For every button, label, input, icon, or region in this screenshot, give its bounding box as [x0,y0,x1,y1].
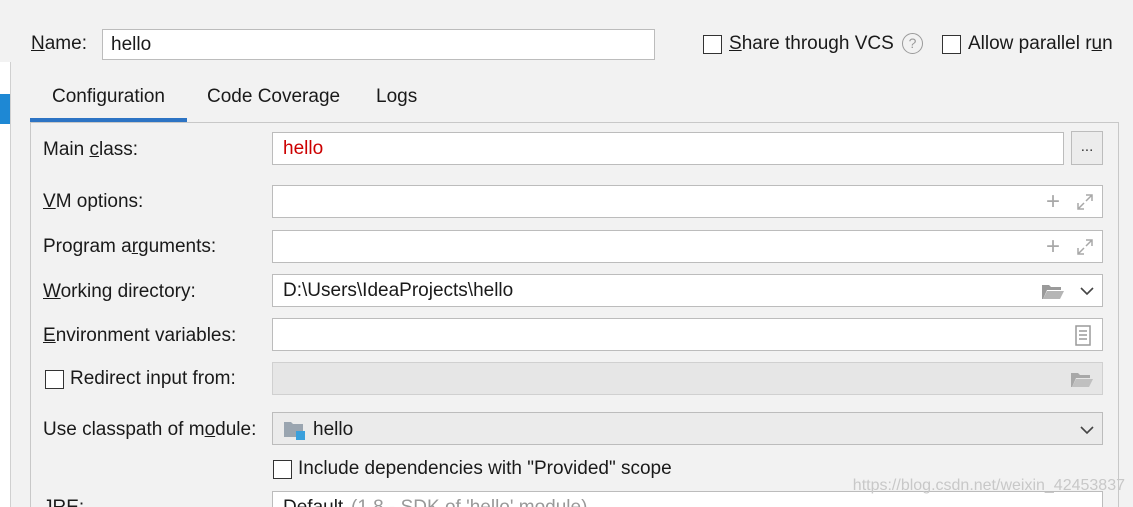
chevron-down-icon[interactable] [1079,424,1095,436]
main-class-label: Main class: [43,139,139,160]
jre-hint: (1.8 - SDK of 'hello' module) [351,497,587,507]
include-dependencies-checkbox[interactable] [273,460,292,479]
main-class-value: hello [283,138,324,159]
sidebar [0,62,11,507]
main-class-input[interactable]: hello [272,132,1064,165]
program-arguments-input[interactable]: + [272,230,1103,263]
add-icon[interactable]: + [1046,235,1060,259]
tab-configuration[interactable]: Configuration [30,86,187,122]
share-vcs-label[interactable]: Share through VCS [729,33,894,55]
include-dependencies-label[interactable]: Include dependencies with "Provided" sco… [298,458,672,480]
name-label: Name: [31,33,87,55]
vm-options-label: VM options: [43,191,144,212]
module-folder-icon [284,422,305,440]
redirect-input-checkbox[interactable] [45,370,64,389]
allow-parallel-label[interactable]: Allow parallel run [968,33,1113,55]
sidebar-selected-item[interactable] [0,94,10,124]
allow-parallel-checkbox[interactable] [942,35,961,54]
program-arguments-label: Program arguments: [43,236,217,257]
name-label-mnemonic: N [31,33,45,54]
name-input-value: hello [111,34,152,55]
tab-logs[interactable]: Logs [376,86,417,108]
name-label-rest: ame: [44,33,87,54]
folder-icon [1071,373,1093,387]
tab-code-coverage[interactable]: Code Coverage [207,86,340,108]
environment-variables-input[interactable] [272,318,1103,351]
folder-icon[interactable] [1041,282,1065,301]
jre-value: Default [283,497,343,507]
help-icon[interactable]: ? [902,33,923,54]
redirect-input-label[interactable]: Redirect input from: [70,368,236,390]
name-input[interactable]: hello [102,29,655,60]
expand-icon[interactable] [1076,238,1094,256]
working-directory-value: D:\Users\IdeaProjects\hello [283,280,514,301]
vm-options-input[interactable]: + [272,185,1103,218]
classpath-module-value: hello [313,419,354,440]
environment-variables-label: Environment variables: [43,325,237,346]
redirect-input-field [272,362,1103,395]
working-directory-label: Working directory: [43,281,196,302]
chevron-down-icon[interactable] [1079,285,1095,297]
share-vcs-checkbox[interactable] [703,35,722,54]
watermark: https://blog.csdn.net/weixin_42453837 [852,477,1125,494]
jre-label: JRE: [43,497,84,507]
working-directory-input[interactable]: D:\Users\IdeaProjects\hello [272,274,1103,307]
classpath-module-label: Use classpath of module: [43,419,257,440]
configuration-panel [30,122,1119,507]
expand-icon[interactable] [1076,193,1094,211]
document-icon[interactable] [1074,325,1092,346]
browse-main-class-button[interactable]: ... [1071,131,1103,165]
add-icon[interactable]: + [1046,190,1060,214]
classpath-module-select[interactable]: hello [272,412,1103,445]
